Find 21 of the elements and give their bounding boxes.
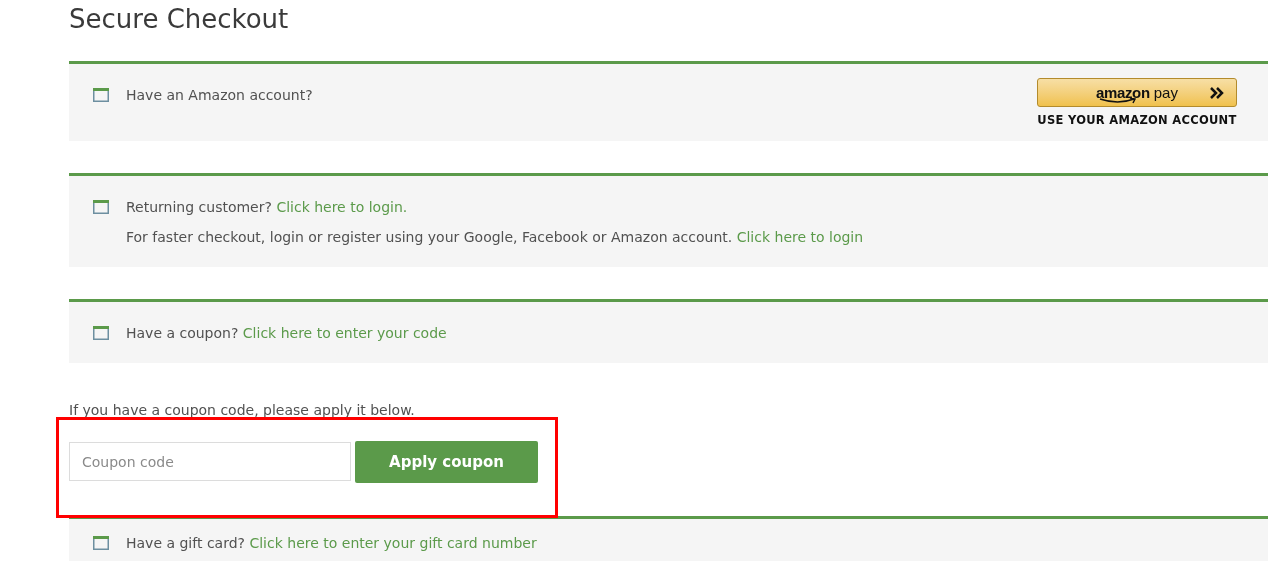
- notice-text: Have a coupon? Click here to enter your code: [126, 324, 447, 343]
- coupon-intro: If you have a coupon code, please apply it below.: [69, 401, 416, 420]
- notice-text: Have a gift card? Click here to enter your gift card number: [126, 534, 537, 553]
- apply-coupon-button[interactable]: Apply coupon: [355, 441, 538, 483]
- amazon-caption: USE YOUR AMAZON ACCOUNT: [1037, 112, 1237, 129]
- coupon-field[interactable]: Coupon code: [69, 442, 351, 481]
- smile-arrow-icon: [1098, 98, 1138, 104]
- window-icon: [93, 88, 109, 102]
- login-link[interactable]: Click here to login: [736, 229, 864, 245]
- notice-text: Returning customer? Click here to login.: [126, 198, 409, 217]
- gift-card-link[interactable]: Click here to enter your gift card number: [249, 535, 537, 551]
- login-link[interactable]: Click here to enter your code: [242, 325, 447, 341]
- amazon-pay-button[interactable]: amazon pay: [1037, 78, 1237, 107]
- login-link[interactable]: Click here to login.: [276, 199, 408, 215]
- notice-text: Have an Amazon account?: [126, 86, 313, 105]
- window-icon: [93, 326, 109, 340]
- notice-detail: For faster checkout, login or register using your Google, Facebook or Amazon account. Click here to login: [126, 228, 864, 247]
- page-title: Secure Checkout: [69, 3, 290, 36]
- window-icon: [93, 536, 109, 550]
- window-icon: [93, 200, 109, 214]
- double-chevron-icon: [1210, 87, 1224, 99]
